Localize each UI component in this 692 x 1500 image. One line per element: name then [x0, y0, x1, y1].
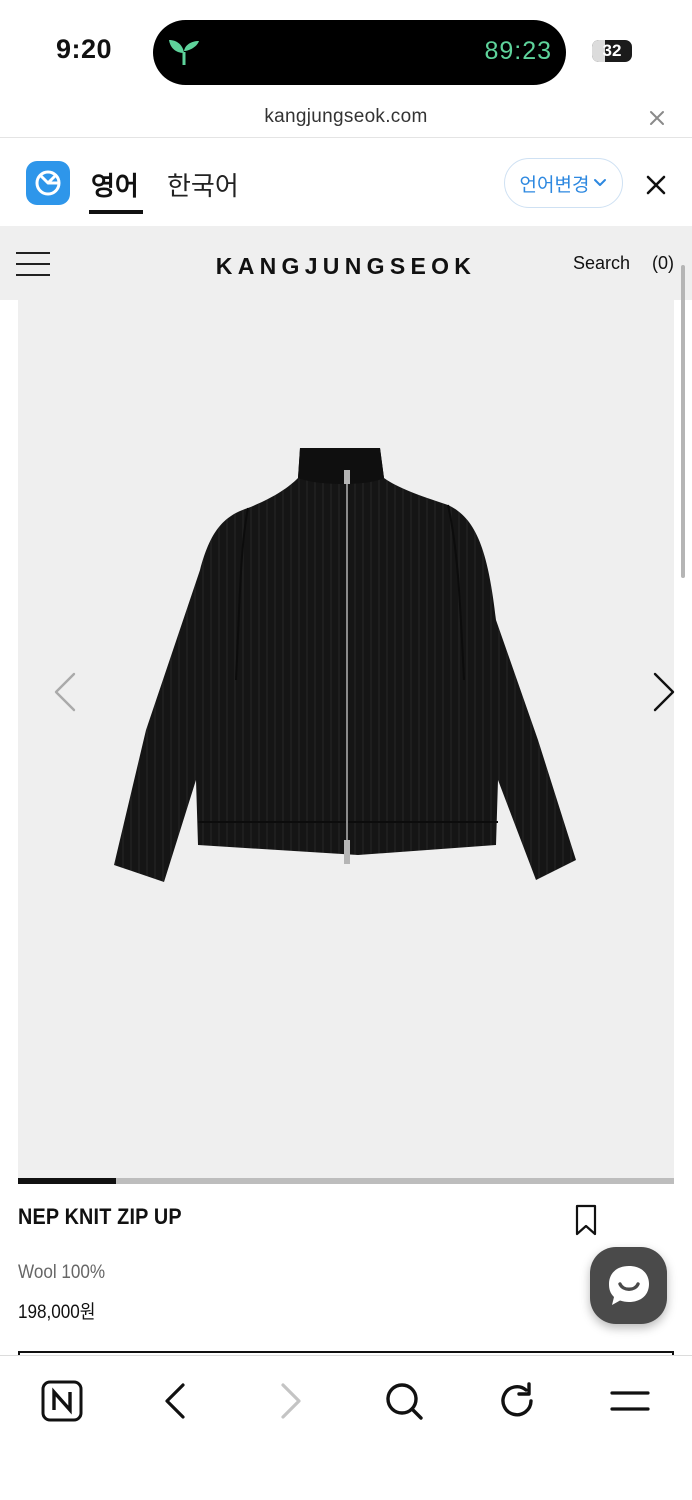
address-bar[interactable]: kangjungseok.com [0, 100, 692, 138]
change-language-button[interactable]: 언어변경 [504, 158, 623, 208]
chat-button[interactable] [590, 1247, 667, 1324]
chevron-down-icon [594, 179, 607, 186]
product-image[interactable] [18, 300, 675, 1178]
papago-logo-icon [26, 161, 70, 205]
tab-korean[interactable]: 한국어 [167, 166, 239, 203]
close-translate-icon[interactable] [645, 174, 667, 196]
cart-count[interactable]: (0) [652, 253, 674, 274]
naver-n-icon [41, 1380, 83, 1422]
back-arrow-icon [165, 1383, 185, 1419]
refresh-icon [501, 1382, 533, 1417]
search-button[interactable] [381, 1378, 427, 1424]
previous-image-arrow-icon[interactable] [50, 670, 80, 714]
tab-english[interactable]: 영어 [91, 166, 139, 203]
product-price: 198,000원 [18, 1302, 96, 1323]
gallery-progress-bar [18, 1178, 674, 1184]
live-timer: 89:23 [484, 37, 552, 65]
dynamic-island[interactable]: 89:23 [153, 20, 566, 85]
forward-button[interactable] [267, 1378, 313, 1424]
zip-knit-jacket-image [114, 448, 576, 882]
translate-bar: 영어 한국어 언어변경 [0, 138, 692, 226]
close-icon[interactable] [646, 107, 668, 129]
sprout-icon [169, 40, 199, 65]
naver-home-button[interactable] [39, 1378, 85, 1424]
product-material: Wool 100% [18, 1262, 106, 1283]
page-scrollbar[interactable] [681, 265, 685, 578]
chat-bubble-icon [609, 1266, 649, 1305]
battery-level: 32 [602, 41, 622, 60]
next-image-arrow-icon[interactable] [649, 670, 679, 714]
search-link[interactable]: Search [573, 253, 630, 274]
gallery-progress-fill [18, 1178, 117, 1184]
bookmark-icon[interactable] [574, 1204, 598, 1236]
forward-arrow-icon [281, 1383, 301, 1419]
product-name: NEP KNIT ZIP UP [18, 1204, 182, 1229]
back-button[interactable] [153, 1378, 199, 1424]
status-time: 9:20 [56, 34, 113, 64]
status-bar: 9:20 89:23 32 [0, 0, 692, 100]
menu-icon [610, 1391, 650, 1411]
change-language-label: 언어변경 [519, 174, 590, 196]
search-icon [386, 1383, 423, 1420]
refresh-button[interactable] [494, 1378, 540, 1424]
active-tab-indicator [89, 210, 143, 214]
browser-toolbar [0, 1355, 692, 1500]
menu-button[interactable] [607, 1378, 653, 1424]
battery-icon: 32 [592, 40, 632, 62]
site-header: KANGJUNGSEOK Search (0) [0, 226, 692, 300]
url-text[interactable]: kangjungseok.com [0, 106, 692, 128]
